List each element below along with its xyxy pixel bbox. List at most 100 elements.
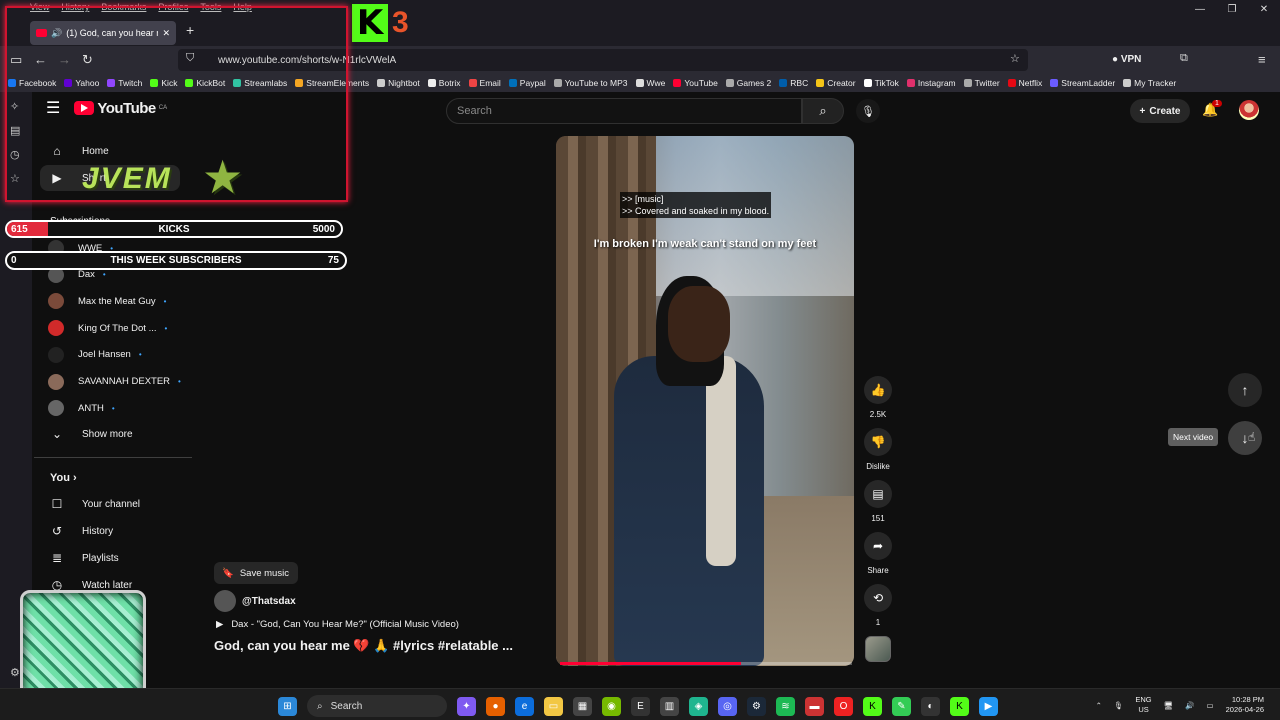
red-app-icon[interactable]: ▬ — [805, 696, 824, 716]
network-icon[interactable]: 🖥 — [1164, 701, 1174, 710]
search-button[interactable]: ⌕ — [802, 98, 844, 124]
sidebar-item-your-channel[interactable]: ☐ Your channel — [40, 491, 180, 517]
bookmark-item[interactable]: Instagram — [906, 78, 956, 88]
media-player-icon[interactable]: ▶ — [979, 696, 998, 716]
bookmark-item[interactable]: Creator — [816, 78, 856, 88]
your-channel-label: Your channel — [82, 498, 141, 510]
remix-button[interactable]: ⟲ — [864, 584, 892, 612]
sidebar-item-playlists[interactable]: ≣ Playlists — [40, 545, 180, 571]
bookmark-item[interactable]: Games 2 — [725, 78, 771, 88]
app-menu-icon[interactable]: ≡ — [1258, 52, 1266, 67]
dislike-action: 👎 Dislike — [864, 428, 892, 471]
short-video-player[interactable]: >> [music] >> Covered and soaked in my b… — [556, 136, 854, 666]
nvidia-icon[interactable]: ◉ — [602, 696, 621, 716]
sidebar-item-history[interactable]: ↺ History — [40, 518, 180, 544]
extensions-icon[interactable]: ⧉ — [1180, 52, 1188, 65]
bookmark-item[interactable]: Nightbot — [377, 78, 420, 88]
remix-icon: ⟲ — [872, 591, 884, 605]
sidebar-subscription-item[interactable]: SAVANNAH DEXTER • — [48, 371, 198, 393]
sidebar-subscription-item[interactable]: Joel Hansen • — [48, 344, 198, 366]
volume-icon[interactable]: 🔊 — [1185, 701, 1194, 710]
closed-captions: >> [music] >> Covered and soaked in my b… — [620, 192, 772, 218]
bookmark-item[interactable]: TikTok — [863, 78, 899, 88]
bookmark-label: Instagram — [917, 78, 956, 88]
store-icon[interactable]: ▦ — [573, 696, 592, 716]
comments-button[interactable]: ▤ — [864, 480, 892, 508]
create-button[interactable]: + Create — [1130, 99, 1190, 123]
linked-song[interactable]: ▶ Dax - "God, Can You Hear Me?" (Officia… — [216, 619, 459, 630]
battery-icon[interactable]: ▭ — [1207, 701, 1214, 710]
new-content-dot-icon: • — [102, 270, 106, 280]
like-button[interactable]: 👍 — [864, 376, 892, 404]
windows-start-icon[interactable]: ⊞ — [278, 696, 297, 716]
obs-icon[interactable]: ◐ — [921, 696, 940, 716]
kicks-label: KICKS — [158, 224, 190, 235]
bookmark-favicon-icon — [508, 79, 517, 87]
bookmark-item[interactable]: RBC — [779, 78, 808, 88]
bookmark-item[interactable]: YouTube to MP3 — [553, 78, 628, 88]
bookmark-item[interactable]: Twitter — [963, 78, 1000, 88]
bookmark-item[interactable]: My Tracker — [1123, 78, 1176, 88]
discord-icon[interactable]: ◎ — [718, 696, 737, 716]
dislike-button[interactable]: 👎 — [864, 428, 892, 456]
channel-avatar — [48, 400, 64, 417]
tool-icon[interactable]: ✎ — [892, 696, 911, 716]
firefox-icon[interactable]: ● — [486, 696, 505, 716]
bookmark-star-icon[interactable]: ☆ — [1010, 52, 1020, 65]
bookmark-item[interactable]: YouTube — [673, 78, 718, 88]
channel-avatar[interactable] — [214, 590, 236, 612]
previous-video-button[interactable]: ↑ — [1228, 373, 1262, 407]
show-more-button[interactable]: ⌄ Show more — [40, 421, 180, 447]
chevron-up-icon[interactable]: ⌃ — [1096, 701, 1102, 710]
copilot-icon[interactable]: ✦ — [457, 696, 476, 716]
sidebar-subscription-item[interactable]: King Of The Dot ... • — [48, 317, 198, 339]
kick-k-icon: K — [352, 3, 388, 43]
edge-icon[interactable]: e — [515, 696, 534, 716]
app-icon[interactable]: ▥ — [660, 696, 679, 716]
you-section-header[interactable]: You › — [50, 472, 77, 484]
bookmark-item[interactable]: StreamLadder — [1050, 78, 1115, 88]
bookmark-favicon-icon — [1123, 79, 1132, 87]
close-window-icon[interactable]: ✕ — [1248, 0, 1280, 18]
share-button[interactable]: ➦ — [864, 532, 892, 560]
kick-bot-icon[interactable]: K — [950, 696, 969, 716]
opera-icon[interactable]: O — [834, 696, 853, 716]
save-music-button[interactable]: 🔖 Save music — [214, 562, 298, 584]
bookmark-label: TikTok — [874, 78, 899, 88]
bookmark-item[interactable]: Netflix — [1007, 78, 1042, 88]
video-progress-bar[interactable] — [560, 662, 852, 665]
notification-badge: 1 — [1212, 100, 1222, 107]
short-title[interactable]: God, can you hear me 💔 🙏 #lyrics #relata… — [214, 638, 513, 654]
sidebar-subscription-item[interactable]: Max the Meat Guy • — [48, 290, 198, 312]
search-input[interactable]: Search — [446, 98, 802, 124]
sidebar-subscription-item[interactable]: ANTH • — [48, 397, 198, 419]
taskbar-search[interactable]: ⌕ Search — [307, 695, 447, 717]
bookmark-item[interactable]: Paypal — [508, 78, 546, 88]
spotify-icon[interactable]: ≋ — [776, 696, 795, 716]
voice-search-button[interactable]: 🎙 — [856, 99, 880, 123]
clock[interactable]: 10:28 PM 2026-04-26 — [1226, 695, 1264, 715]
bookmark-favicon-icon — [816, 79, 825, 87]
next-video-button[interactable]: ↓ — [1228, 421, 1262, 455]
bookmark-favicon-icon — [553, 79, 562, 87]
system-tray: ⌃ 🎙 ENG US 🖥 🔊 ▭ 10:28 PM 2026-04-26 — [1096, 695, 1264, 715]
restore-icon[interactable]: ❐ — [1216, 0, 1248, 18]
sound-thumbnail[interactable] — [865, 636, 891, 662]
avatar[interactable] — [1239, 100, 1259, 120]
bookmark-item[interactable]: Botrix — [427, 78, 461, 88]
language-indicator[interactable]: ENG US — [1135, 695, 1151, 715]
android-icon[interactable]: ◈ — [689, 696, 708, 716]
minimize-icon[interactable]: — — [1184, 0, 1216, 18]
vpn-button[interactable]: ● VPN — [1112, 54, 1141, 65]
kick-app-icon[interactable]: K — [863, 696, 882, 716]
file-explorer-icon[interactable]: ▭ — [544, 696, 563, 716]
bookmark-item[interactable]: Wwe — [635, 78, 665, 88]
channel-info[interactable]: @Thatsdax — [214, 590, 296, 612]
bookmark-item[interactable]: Email — [468, 78, 501, 88]
epic-games-icon[interactable]: E — [631, 696, 650, 716]
settings-gear-icon[interactable]: ⚙ — [10, 666, 20, 679]
bookmark-label: Nightbot — [388, 78, 420, 88]
steam-icon[interactable]: ⚙ — [747, 696, 766, 716]
lang-top: ENG — [1135, 695, 1152, 704]
mic-tray-icon[interactable]: 🎙 — [1114, 701, 1124, 710]
